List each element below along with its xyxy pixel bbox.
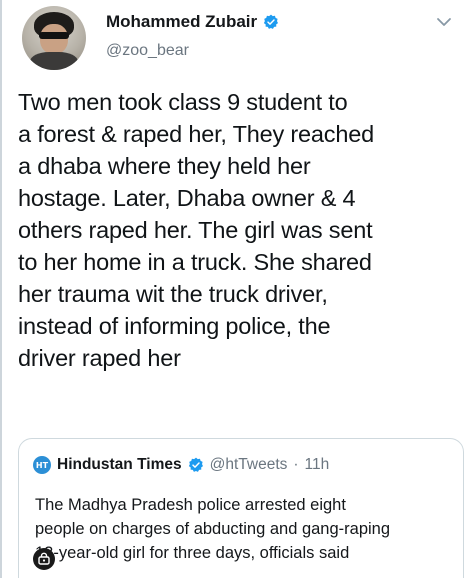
avatar-shirt bbox=[30, 52, 78, 70]
share-icon[interactable] bbox=[33, 548, 55, 570]
quoted-verified-badge-icon bbox=[188, 457, 204, 473]
quoted-handle[interactable]: @htTweets bbox=[210, 456, 288, 474]
tweet-card: Mohammed Zubair @zoo_bear Two men took c… bbox=[0, 0, 474, 578]
author-display-name[interactable]: Mohammed Zubair bbox=[106, 12, 257, 32]
author-handle[interactable]: @zoo_bear bbox=[106, 42, 189, 60]
verified-badge-icon bbox=[263, 14, 279, 30]
quoted-avatar[interactable]: HT bbox=[33, 456, 51, 474]
quoted-tweet-text: The Madhya Pradesh police arrested eight… bbox=[35, 496, 391, 562]
avatar[interactable] bbox=[22, 6, 86, 70]
chevron-down-icon[interactable] bbox=[434, 12, 454, 32]
quoted-separator: · bbox=[293, 456, 299, 473]
tweet-text: Two men took class 9 student to a forest… bbox=[18, 89, 374, 371]
quoted-timestamp[interactable]: 11h bbox=[305, 456, 330, 474]
tweet-header: Mohammed Zubair @zoo_bear bbox=[18, 4, 458, 76]
quoted-tweet-header: HT Hindustan Times @htTweets · 11h bbox=[33, 456, 329, 474]
left-edge-divider bbox=[0, 0, 2, 578]
avatar-glasses bbox=[39, 32, 69, 39]
quoted-tweet[interactable]: HT Hindustan Times @htTweets · 11h The M… bbox=[18, 438, 464, 578]
author-name-row[interactable]: Mohammed Zubair bbox=[106, 12, 279, 32]
avatar-face bbox=[40, 24, 68, 54]
quoted-display-name[interactable]: Hindustan Times bbox=[57, 456, 182, 474]
